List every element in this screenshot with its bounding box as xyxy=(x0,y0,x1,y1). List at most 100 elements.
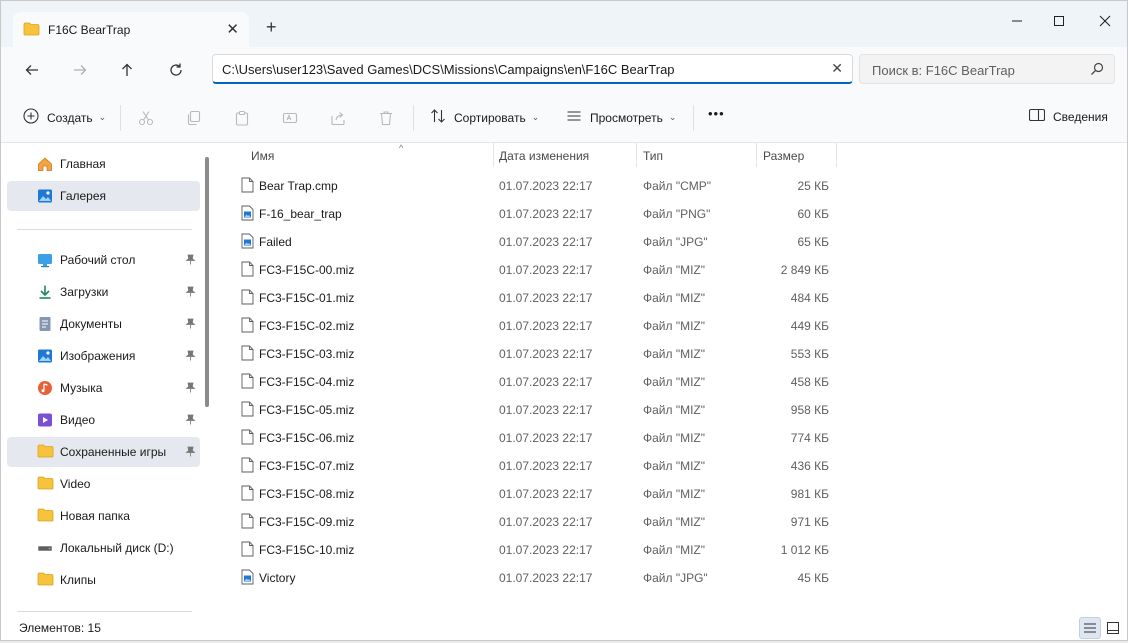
view-button[interactable]: Просмотреть ⌄ xyxy=(566,108,676,127)
column-divider[interactable] xyxy=(756,143,757,167)
file-name: Bear Trap.cmp xyxy=(259,179,338,193)
table-row[interactable]: Bear Trap.cmp 01.07.2023 22:17 Файл "CMP" 2… xyxy=(236,171,1056,199)
folder-icon xyxy=(37,444,54,460)
address-path[interactable]: C:\Users\user123\Saved Games\DCS\Mission… xyxy=(222,62,675,77)
table-row[interactable]: Failed 01.07.2023 22:17 Файл "JPG" 65 КБ xyxy=(236,227,1056,255)
table-row[interactable]: FC3-F15C-01.miz 01.07.2023 22:17 Файл "MIZ… xyxy=(236,283,1056,311)
pictures-icon xyxy=(37,348,53,364)
column-date-label: Дата изменения xyxy=(499,149,590,163)
table-row[interactable]: Victory 01.07.2023 22:17 Файл "JPG" 45 КБ xyxy=(236,563,1056,591)
file-size: 981 КБ xyxy=(790,487,829,501)
file-date: 01.07.2023 22:17 xyxy=(499,543,593,557)
sidebar-item-label: Видео xyxy=(60,413,96,427)
column-divider[interactable] xyxy=(636,143,637,167)
sidebar-item-video[interactable]: Видео xyxy=(7,405,200,435)
file-size: 774 КБ xyxy=(790,431,829,445)
file-name: FC3-F15C-09.miz xyxy=(259,515,355,529)
file-name: FC3-F15C-05.miz xyxy=(259,403,355,417)
sidebar-item-label: Изображения xyxy=(60,349,136,363)
refresh-icon[interactable] xyxy=(165,59,187,81)
delete-icon[interactable] xyxy=(378,110,394,129)
column-header-size[interactable]: Размер xyxy=(763,149,804,169)
table-row[interactable]: FC3-F15C-03.miz 01.07.2023 22:17 Файл "MIZ… xyxy=(236,339,1056,367)
clear-address-icon[interactable]: ✕ xyxy=(831,60,843,77)
sort-button[interactable]: Сортировать ⌄ xyxy=(430,108,539,127)
table-row[interactable]: FC3-F15C-04.miz 01.07.2023 22:17 Файл "MIZ… xyxy=(236,367,1056,395)
cut-icon[interactable] xyxy=(138,110,154,129)
view-label: Просмотреть xyxy=(590,110,663,125)
sidebar-item-saved-games[interactable]: Сохраненные игры xyxy=(7,437,200,467)
navigation-bar: C:\Users\user123\Saved Games\DCS\Mission… xyxy=(1,47,1127,93)
column-divider[interactable] xyxy=(493,143,494,167)
table-row[interactable]: FC3-F15C-09.miz 01.07.2023 22:17 Файл "MIZ… xyxy=(236,507,1056,535)
close-window-icon[interactable] xyxy=(1095,11,1115,31)
tab-close-icon[interactable]: ✕ xyxy=(226,20,239,38)
create-button[interactable]: Создать ⌄ xyxy=(23,108,106,127)
sidebar-item-desktop[interactable]: Рабочий стол xyxy=(7,245,200,275)
pin-icon[interactable] xyxy=(185,414,196,428)
table-row[interactable]: FC3-F15C-02.miz 01.07.2023 22:17 Файл "MIZ… xyxy=(236,311,1056,339)
details-view-icon[interactable] xyxy=(1079,617,1101,639)
search-icon[interactable] xyxy=(1090,62,1104,79)
table-row[interactable]: FC3-F15C-08.miz 01.07.2023 22:17 Файл "MIZ… xyxy=(236,479,1056,507)
minimize-icon[interactable] xyxy=(1007,11,1027,31)
back-arrow-icon[interactable] xyxy=(21,59,43,81)
file-name: FC3-F15C-00.miz xyxy=(259,263,355,277)
search-input[interactable]: Поиск в: F16C BearTrap xyxy=(859,54,1115,84)
file-date: 01.07.2023 22:17 xyxy=(499,263,593,277)
forward-arrow-icon[interactable] xyxy=(69,59,91,81)
table-row[interactable]: FC3-F15C-07.miz 01.07.2023 22:17 Файл "MIZ… xyxy=(236,451,1056,479)
thumbnail-view-icon[interactable] xyxy=(1102,617,1124,639)
pin-icon[interactable] xyxy=(185,446,196,460)
create-label: Создать xyxy=(47,110,93,125)
sidebar-item-local-disk-d[interactable]: Локальный диск (D:) xyxy=(7,533,200,563)
sort-label: Сортировать xyxy=(454,110,526,125)
address-bar[interactable]: C:\Users\user123\Saved Games\DCS\Mission… xyxy=(212,54,853,84)
table-row[interactable]: F-16_bear_trap 01.07.2023 22:17 Файл "PNG"… xyxy=(236,199,1056,227)
sidebar-item-new-folder[interactable]: Новая папка xyxy=(7,501,200,531)
chevron-down-icon: ⌄ xyxy=(668,112,677,122)
pin-icon[interactable] xyxy=(185,382,196,396)
file-name: FC3-F15C-07.miz xyxy=(259,459,355,473)
sidebar-item-clips[interactable]: Клипы xyxy=(7,565,200,595)
file-date: 01.07.2023 22:17 xyxy=(499,459,593,473)
sidebar-item-video-folder[interactable]: Video xyxy=(7,469,200,499)
sidebar-item-documents[interactable]: Документы xyxy=(7,309,200,339)
sidebar-item-music[interactable]: Музыка xyxy=(7,373,200,403)
sidebar-scrollbar[interactable] xyxy=(205,157,209,407)
sidebar-item-downloads[interactable]: Загрузки xyxy=(7,277,200,307)
pin-icon[interactable] xyxy=(185,350,196,364)
copy-icon[interactable] xyxy=(186,110,202,129)
table-row[interactable]: FC3-F15C-05.miz 01.07.2023 22:17 Файл "MIZ… xyxy=(236,395,1056,423)
sidebar-item-home[interactable]: Главная xyxy=(7,149,200,179)
maximize-icon[interactable] xyxy=(1049,11,1069,31)
table-row[interactable]: FC3-F15C-10.miz 01.07.2023 22:17 Файл "MIZ… xyxy=(236,535,1056,563)
table-row[interactable]: FC3-F15C-06.miz 01.07.2023 22:17 Файл "MIZ… xyxy=(236,423,1056,451)
more-options-button[interactable]: ••• xyxy=(708,106,725,121)
tab-f16c-beartrap[interactable]: F16C BearTrap ✕ xyxy=(13,12,249,48)
sidebar-divider xyxy=(17,611,192,612)
column-divider[interactable] xyxy=(836,143,837,167)
pin-icon[interactable] xyxy=(185,318,196,332)
file-date: 01.07.2023 22:17 xyxy=(499,179,593,193)
details-button[interactable]: Сведения xyxy=(1028,108,1108,125)
paste-icon[interactable] xyxy=(234,110,250,129)
up-arrow-icon[interactable] xyxy=(116,59,138,81)
column-header-date[interactable]: Дата изменения xyxy=(499,149,589,169)
home-icon xyxy=(37,156,53,172)
file-icon xyxy=(241,373,254,392)
pin-icon[interactable] xyxy=(185,254,196,268)
sidebar-item-gallery[interactable]: Галерея xyxy=(7,181,200,211)
table-row[interactable]: FC3-F15C-00.miz 01.07.2023 22:17 Файл "MIZ… xyxy=(236,255,1056,283)
pin-icon[interactable] xyxy=(185,286,196,300)
rename-icon[interactable] xyxy=(282,110,298,129)
share-icon[interactable] xyxy=(330,110,346,129)
column-header-name[interactable]: ^ Имя xyxy=(251,143,403,169)
sidebar-item-label: Документы xyxy=(60,317,122,331)
sidebar-item-pictures[interactable]: Изображения xyxy=(7,341,200,371)
column-header-type[interactable]: Тип xyxy=(643,149,663,169)
sidebar-item-label: Галерея xyxy=(60,189,107,203)
file-icon xyxy=(241,345,254,364)
column-type-label: Тип xyxy=(643,149,664,163)
new-tab-button[interactable]: + xyxy=(266,18,277,36)
